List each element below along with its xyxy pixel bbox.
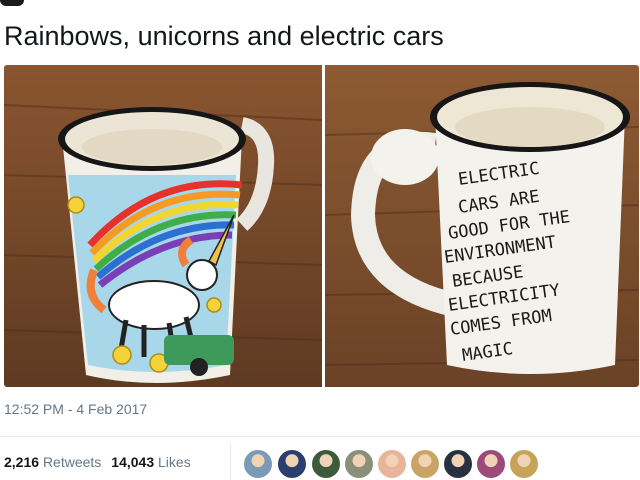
- user-avatar-8[interactable]: [476, 449, 506, 479]
- tweet-text: Rainbows, unicorns and electric cars: [4, 21, 444, 51]
- tweet-stats: 2,216 Retweets 14,043 Likes: [4, 454, 191, 470]
- user-avatar-3[interactable]: [311, 449, 341, 479]
- user-avatar-9[interactable]: [509, 449, 539, 479]
- user-avatar-7[interactable]: [443, 449, 473, 479]
- divider: [230, 443, 231, 480]
- divider: [0, 436, 640, 437]
- mug-handwritten-text-image[interactable]: ELECTRIC CARS ARE GOOD FOR THE ENVIRONME…: [325, 65, 639, 387]
- avatar-fragment: [0, 0, 24, 6]
- tweet-media[interactable]: ELECTRIC CARS ARE GOOD FOR THE ENVIRONME…: [4, 65, 639, 387]
- likes-stat[interactable]: 14,043 Likes: [111, 454, 190, 470]
- user-avatar-6[interactable]: [410, 449, 440, 479]
- user-avatar-5[interactable]: [377, 449, 407, 479]
- retweets-count: 2,216: [4, 454, 40, 470]
- likes-count: 14,043: [111, 454, 155, 470]
- tweet-timestamp[interactable]: 12:52 PM - 4 Feb 2017: [4, 401, 147, 417]
- likes-label: Likes: [158, 454, 191, 470]
- mug-unicorn-rainbow-image[interactable]: [4, 65, 322, 387]
- user-avatar-1[interactable]: [243, 449, 273, 479]
- retweets-stat[interactable]: 2,216 Retweets: [4, 454, 101, 470]
- user-avatar-2[interactable]: [277, 449, 307, 479]
- user-avatar-4[interactable]: [344, 449, 374, 479]
- retweets-label: Retweets: [42, 454, 102, 470]
